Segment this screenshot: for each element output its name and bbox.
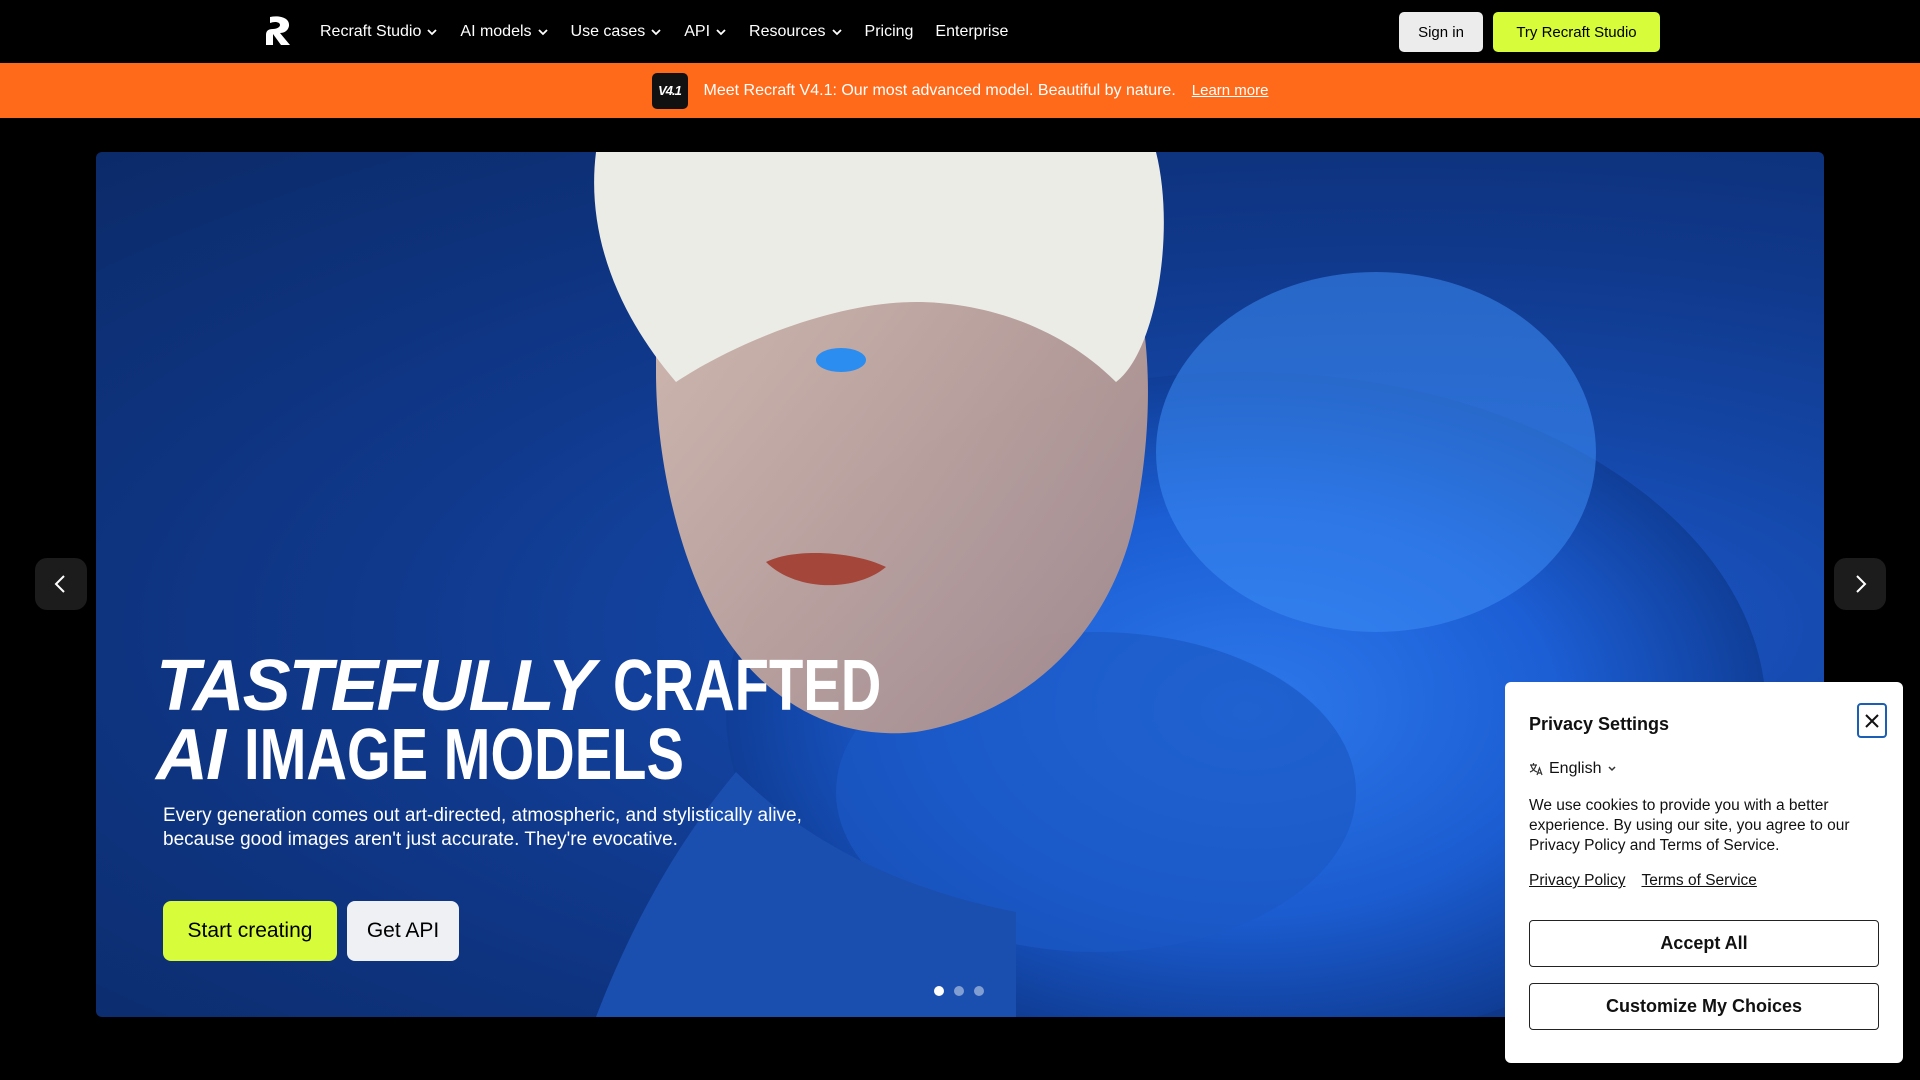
carousel-dot-2[interactable] bbox=[954, 986, 964, 996]
chevron-down-icon bbox=[1608, 766, 1617, 772]
carousel-next-button[interactable] bbox=[1834, 558, 1886, 610]
headline-ai: AI bbox=[156, 715, 226, 796]
nav-item-api[interactable]: API bbox=[684, 23, 727, 41]
close-icon bbox=[1865, 713, 1879, 728]
top-nav: Recraft Studio AI models Use cases API Resou… bbox=[0, 0, 1920, 63]
language-selector[interactable]: English bbox=[1529, 760, 1617, 778]
accept-all-button[interactable]: Accept All bbox=[1529, 920, 1879, 967]
carousel-dot-1[interactable] bbox=[934, 986, 944, 996]
translate-icon bbox=[1529, 763, 1543, 776]
nav-item-pricing[interactable]: Pricing bbox=[865, 23, 914, 41]
privacy-links: Privacy Policy Terms of Service bbox=[1529, 872, 1757, 890]
nav-item-ai-models[interactable]: AI models bbox=[460, 23, 548, 41]
privacy-title: Privacy Settings bbox=[1529, 714, 1670, 734]
nav-item-resources[interactable]: Resources bbox=[749, 23, 842, 41]
recraft-logo-icon[interactable] bbox=[264, 15, 294, 47]
headline-image-models: IMAGE MODELS bbox=[244, 715, 684, 796]
privacy-settings-dialog: Privacy Settings English We use cookies … bbox=[1505, 682, 1903, 1063]
chevron-down-icon bbox=[427, 28, 438, 35]
sign-in-button[interactable]: Sign in bbox=[1399, 12, 1483, 52]
carousel-dot-3[interactable] bbox=[974, 986, 984, 996]
privacy-policy-link[interactable]: Privacy Policy bbox=[1529, 872, 1625, 890]
privacy-text: We use cookies to provide you with a bet… bbox=[1529, 797, 1850, 854]
close-button[interactable] bbox=[1857, 703, 1887, 738]
nav-item-label: AI models bbox=[460, 22, 532, 40]
chevron-down-icon bbox=[651, 28, 661, 35]
get-api-button[interactable]: Get API bbox=[347, 901, 459, 961]
chevron-down-icon bbox=[716, 28, 726, 35]
chevron-left-icon bbox=[54, 575, 65, 593]
nav-item-label: Resources bbox=[749, 22, 826, 40]
terms-of-service-link[interactable]: Terms of Service bbox=[1641, 872, 1756, 890]
nav-item-enterprise[interactable]: Enterprise bbox=[935, 23, 1008, 41]
carousel-dots bbox=[934, 986, 984, 996]
nav-links: Recraft Studio AI models Use cases API Resou… bbox=[320, 0, 1008, 63]
banner-text: Meet Recraft V4.1: Our most advanced mod… bbox=[703, 81, 1176, 99]
chevron-right-icon bbox=[1856, 575, 1867, 593]
nav-item-label: Use cases bbox=[570, 22, 646, 40]
nav-item-label: Enterprise bbox=[935, 22, 1009, 40]
nav-item-recraft-studio[interactable]: Recraft Studio bbox=[320, 23, 438, 41]
hero-headline: TASTEFULLY CRAFTED AI IMAGE MODELS bbox=[156, 646, 957, 796]
learn-more-link[interactable]: Learn more bbox=[1192, 82, 1269, 99]
nav-item-label: Pricing bbox=[864, 22, 914, 40]
hero-subtitle: Every generation comes out art-directed,… bbox=[163, 805, 802, 850]
language-label: English bbox=[1549, 760, 1602, 777]
nav-item-use-cases[interactable]: Use cases bbox=[571, 23, 663, 41]
nav-item-label: Recraft Studio bbox=[320, 22, 422, 40]
announcement-banner: V4.1 Meet Recraft V4.1: Our most advance… bbox=[0, 63, 1920, 118]
chevron-down-icon bbox=[537, 28, 548, 35]
start-creating-button[interactable]: Start creating bbox=[163, 901, 337, 961]
try-recraft-studio-button[interactable]: Try Recraft Studio bbox=[1493, 12, 1660, 52]
v41-badge: V4.1 bbox=[651, 72, 688, 109]
carousel-prev-button[interactable] bbox=[35, 558, 87, 610]
headline-crafted: CRAFTED bbox=[613, 646, 882, 726]
customize-choices-button[interactable]: Customize My Choices bbox=[1529, 983, 1879, 1030]
headline-tastefully: TASTEFULLY bbox=[156, 646, 595, 726]
chevron-down-icon bbox=[831, 28, 842, 35]
nav-item-label: API bbox=[684, 22, 711, 40]
